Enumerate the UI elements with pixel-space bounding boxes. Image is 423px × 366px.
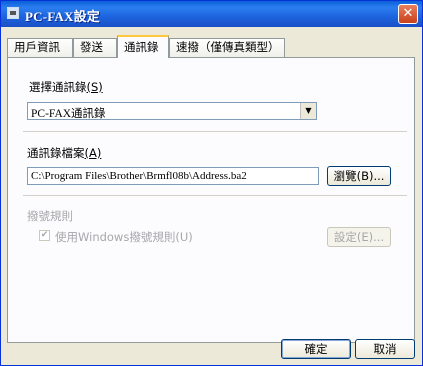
close-icon: ✕	[402, 6, 414, 21]
chevron-down-icon[interactable]: ▼	[300, 103, 316, 119]
addressbook-file-input[interactable]: C:\Program Files\Brother\Brmfl08b\Addres…	[27, 167, 319, 185]
pc-fax-settings-window: PC-FAX設定 ✕ 用戶資訊 發送 通訊錄 速撥（僅傳真類型） 選擇通訊錄(S…	[0, 0, 423, 366]
tab-send[interactable]: 發送	[73, 38, 117, 57]
dialing-rules-heading: 撥號規則	[27, 209, 73, 223]
title-bar: PC-FAX設定 ✕	[1, 1, 422, 27]
separator	[23, 195, 407, 196]
close-button[interactable]: ✕	[398, 4, 418, 24]
fax-app-icon	[7, 7, 19, 19]
use-windows-dialing-rules-label: 使用Windows撥號規則(U)	[55, 230, 193, 244]
addressbook-select-value: PC-FAX通訊錄	[31, 108, 106, 120]
separator	[23, 131, 407, 132]
use-windows-dialing-rules-checkbox[interactable]: ✔	[39, 230, 50, 241]
ok-button[interactable]: 確定	[281, 339, 351, 359]
addressbook-select[interactable]: PC-FAX通訊錄 ▼	[27, 102, 317, 120]
checkmark-icon: ✔	[40, 230, 49, 240]
browse-button[interactable]: 瀏覽(B)...	[327, 166, 391, 186]
tab-user-info[interactable]: 用戶資訊	[7, 38, 73, 57]
tab-speed-dial[interactable]: 速撥（僅傳真類型）	[169, 38, 285, 57]
tab-panel	[7, 57, 415, 343]
select-addressbook-label: 選擇通訊錄(S)	[29, 80, 103, 94]
tab-address-book[interactable]: 通訊錄	[117, 35, 169, 58]
dialing-settings-button[interactable]: 設定(E)...	[327, 227, 391, 247]
window-title: PC-FAX設定	[25, 9, 101, 24]
cancel-button[interactable]: 取消	[355, 339, 415, 359]
addressbook-file-label: 通訊錄檔案(A)	[27, 146, 102, 160]
